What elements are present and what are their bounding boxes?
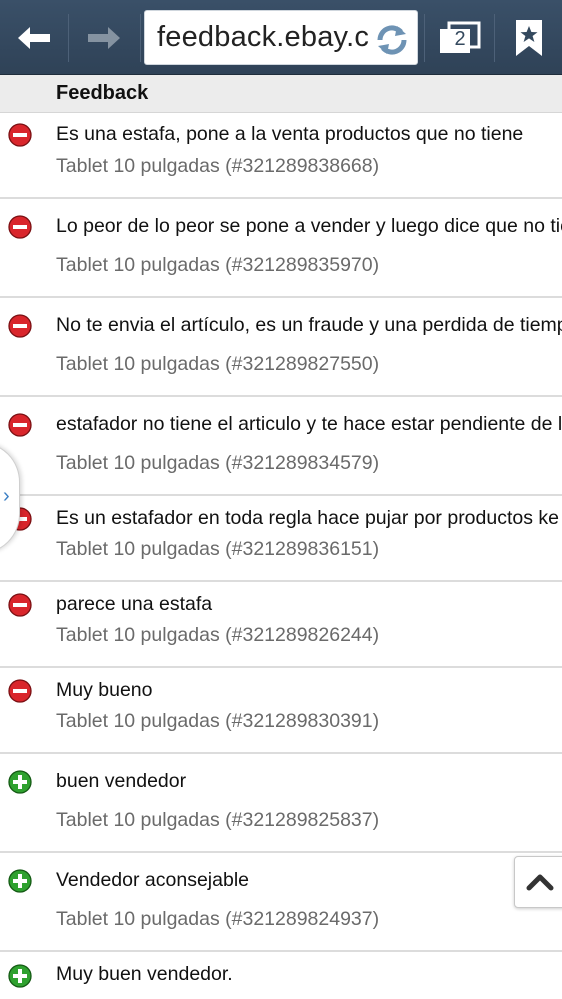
minus-circle-icon [8,593,32,617]
feedback-row[interactable]: Lo peor de lo peor se pone a vender y lu… [0,199,562,298]
tab-count: 2 [454,28,466,50]
feedback-comment: Es una estafa, pone a la venta productos… [56,123,524,145]
feedback-section-header: Feedback [0,75,562,113]
feedback-row[interactable]: buen vendedor Tablet 10 pulgadas (#32128… [0,754,562,853]
back-button[interactable] [0,0,68,75]
feedback-comment: buen vendedor [56,770,187,792]
feedback-item: Tablet 10 pulgadas (#321289834579) [56,452,380,474]
bookmark-star-icon [516,19,542,56]
feedback-row[interactable]: Vendedor aconsejable Tablet 10 pulgadas … [0,853,562,952]
feedback-comment: Muy bueno [56,679,153,701]
feedback-row[interactable]: No te envia el artículo, es un fraude y … [0,298,562,397]
feedback-row[interactable]: Muy bueno Tablet 10 pulgadas (#321289830… [0,668,562,754]
feedback-row[interactable]: Es una estafa, pone a la venta productos… [0,113,562,199]
feedback-item: Tablet 10 pulgadas (#321289825837) [56,809,380,831]
feedback-item: Tablet 10 pulgadas (#321289827550) [56,353,380,375]
minus-circle-icon [8,215,32,239]
reload-button[interactable] [373,21,411,59]
feedback-row[interactable]: parece una estafa Tablet 10 pulgadas (#3… [0,582,562,668]
browser-toolbar: feedback.ebay.c 2 [0,0,562,75]
feedback-comment: Muy buen vendedor. [56,963,233,985]
section-title: Feedback [56,82,149,104]
feedback-comment: Lo peor de lo peor se pone a vender y lu… [56,215,562,237]
feedback-comment: estafador no tiene el articulo y te hace… [56,413,562,435]
back-arrow-icon [18,26,50,49]
forward-button[interactable] [70,0,138,75]
minus-circle-icon [8,413,32,437]
forward-arrow-icon [88,26,120,49]
chevron-right-icon: › [3,485,10,507]
feedback-item: Tablet 10 pulgadas (#321289824937) [56,908,380,930]
reload-icon [377,25,407,55]
plus-circle-icon [8,770,32,794]
toolbar-divider [424,14,425,62]
address-bar[interactable]: feedback.ebay.c [144,10,418,65]
feedback-comment: Es un estafador en toda regla hace pujar… [56,507,559,529]
feedback-row[interactable]: Muy buen vendedor. [0,952,562,999]
feedback-item: Tablet 10 pulgadas (#321289836151) [56,538,380,560]
plus-circle-icon [8,964,32,988]
feedback-item: Tablet 10 pulgadas (#321289835970) [56,254,380,276]
minus-circle-icon [8,314,32,338]
feedback-row[interactable]: Es un estafador en toda regla hace pujar… [0,496,562,582]
toolbar-divider [140,14,141,62]
toolbar-divider [68,14,69,62]
feedback-item: Tablet 10 pulgadas (#321289826244) [56,624,380,646]
minus-circle-icon [8,123,32,147]
feedback-comment: parece una estafa [56,593,213,615]
bookmark-button[interactable] [500,0,558,75]
toolbar-divider [494,14,495,62]
feedback-item: Tablet 10 pulgadas (#321289838668) [56,155,380,177]
chevron-up-icon [526,874,554,891]
feedback-comment: Vendedor aconsejable [56,869,249,891]
url-text: feedback.ebay.c [157,21,370,53]
feedback-item: Tablet 10 pulgadas (#321289830391) [56,710,380,732]
plus-circle-icon [8,869,32,893]
scroll-to-top-button[interactable] [514,856,562,908]
feedback-row[interactable]: estafador no tiene el articulo y te hace… [0,397,562,496]
minus-circle-icon [8,679,32,703]
feedback-comment: No te envia el artículo, es un fraude y … [56,314,562,336]
